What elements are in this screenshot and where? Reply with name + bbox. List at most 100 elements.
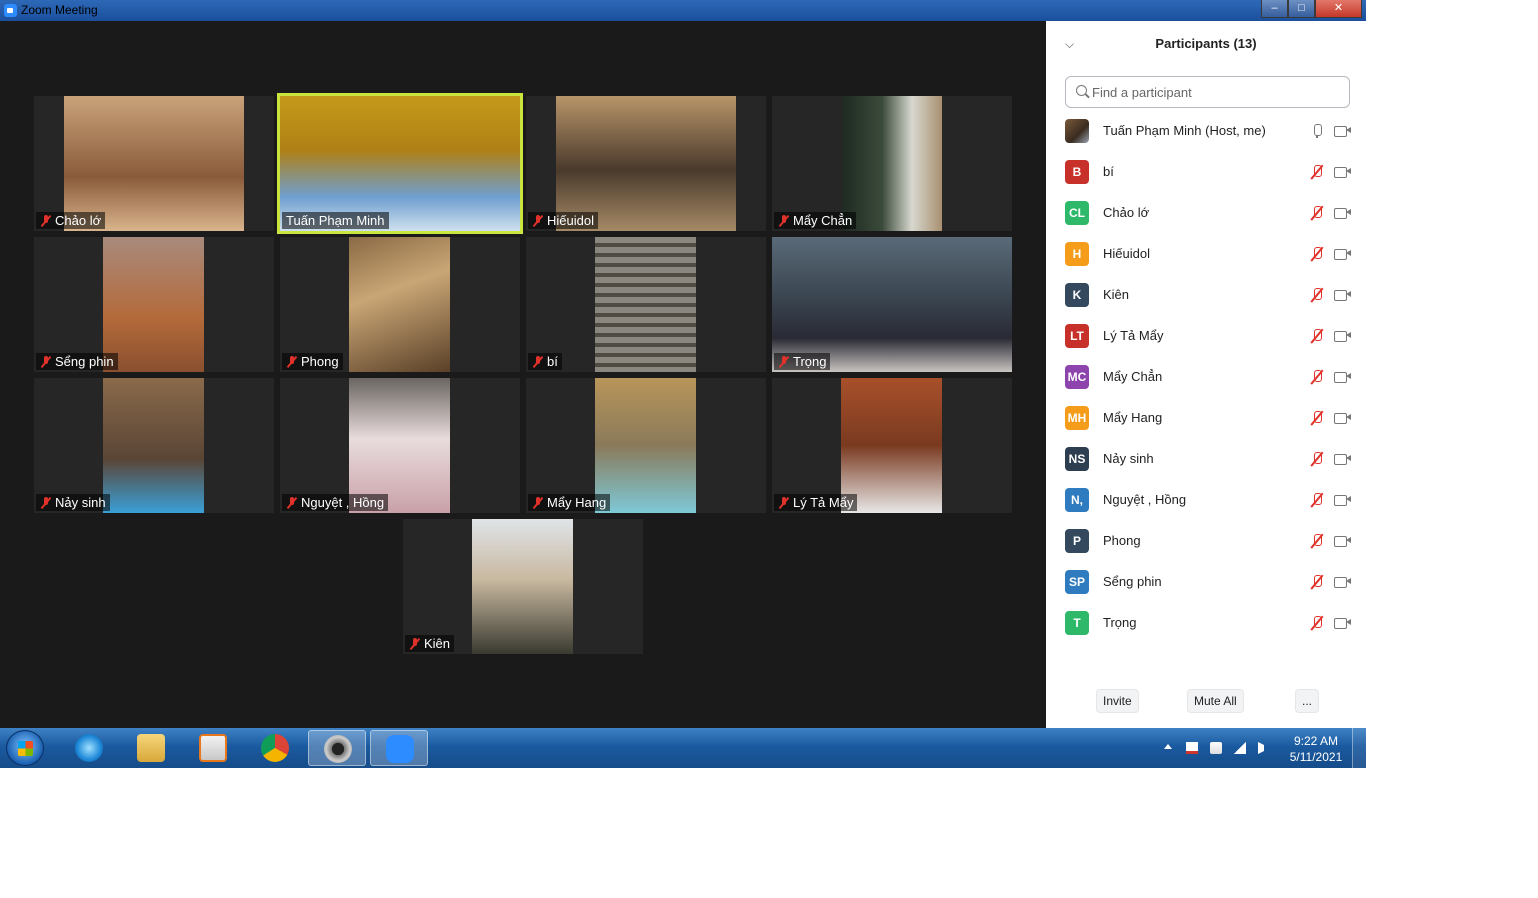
video-camera-icon[interactable] bbox=[1334, 289, 1351, 301]
participant-row[interactable]: MH Mẩy Hang bbox=[1046, 397, 1366, 438]
clock-date: 5/11/2021 bbox=[1289, 750, 1343, 764]
maximize-button[interactable]: □ bbox=[1288, 0, 1315, 18]
muted-mic-icon bbox=[532, 355, 544, 368]
mute-all-button[interactable]: Mute All bbox=[1187, 689, 1244, 713]
tile-name: Mẩy Hang bbox=[547, 495, 607, 510]
video-feed bbox=[772, 237, 1012, 372]
participant-row[interactable]: K Kiên bbox=[1046, 274, 1366, 315]
participant-name: Tuấn Phạm Minh (Host, me) bbox=[1103, 123, 1266, 138]
video-camera-icon[interactable] bbox=[1334, 248, 1351, 260]
video-camera-icon[interactable] bbox=[1334, 494, 1351, 506]
video-camera-icon[interactable] bbox=[1334, 330, 1351, 342]
muted-microphone-icon[interactable] bbox=[1310, 164, 1324, 179]
video-camera-icon[interactable] bbox=[1334, 453, 1351, 465]
muted-microphone-icon[interactable] bbox=[1310, 615, 1324, 630]
tile-name: bí bbox=[547, 354, 558, 369]
video-feed bbox=[841, 378, 942, 513]
tile-name: Nảy sinh bbox=[55, 495, 106, 510]
avatar: CL bbox=[1065, 200, 1089, 225]
show-hidden-icons-icon[interactable] bbox=[1164, 744, 1172, 749]
windows-taskbar: 9:22 AM 5/11/2021 bbox=[0, 728, 1366, 768]
video-tile-active-speaker[interactable]: Tuấn Phạm Minh bbox=[277, 93, 523, 234]
avatar: NS bbox=[1065, 446, 1089, 471]
start-button[interactable] bbox=[6, 730, 44, 766]
camera-app-icon[interactable] bbox=[308, 730, 366, 766]
participant-row[interactable]: P Phong bbox=[1046, 520, 1366, 561]
participant-row[interactable]: Bbí bbox=[1046, 151, 1366, 192]
muted-microphone-icon[interactable] bbox=[1310, 369, 1324, 384]
search-input[interactable] bbox=[1092, 83, 1342, 101]
usb-device-icon[interactable] bbox=[1210, 742, 1222, 754]
participant-search[interactable] bbox=[1065, 76, 1350, 108]
internet-explorer-icon[interactable] bbox=[60, 730, 118, 766]
muted-microphone-icon[interactable] bbox=[1310, 451, 1324, 466]
muted-mic-icon bbox=[532, 496, 544, 509]
file-explorer-icon[interactable] bbox=[122, 730, 180, 766]
video-tile[interactable]: Chảo lớ bbox=[34, 96, 274, 231]
tile-nameplate: Mẩy Chẳn bbox=[774, 212, 857, 229]
show-desktop-button[interactable] bbox=[1352, 728, 1366, 768]
participant-row[interactable]: T Trọng bbox=[1046, 602, 1366, 643]
participant-name: Sểng phin bbox=[1103, 574, 1162, 589]
action-center-flag-icon[interactable] bbox=[1186, 742, 1198, 754]
video-camera-icon[interactable] bbox=[1334, 166, 1351, 178]
microphone-icon[interactable] bbox=[1310, 123, 1324, 138]
media-player-icon[interactable] bbox=[184, 730, 242, 766]
muted-microphone-icon[interactable] bbox=[1310, 287, 1324, 302]
video-camera-icon[interactable] bbox=[1334, 576, 1351, 588]
network-signal-icon[interactable] bbox=[1234, 742, 1246, 754]
video-camera-icon[interactable] bbox=[1334, 371, 1351, 383]
close-button[interactable]: ✕ bbox=[1315, 0, 1362, 18]
video-tile[interactable]: Nảy sinh bbox=[34, 378, 274, 513]
video-tile[interactable]: Sểng phin bbox=[34, 237, 274, 372]
window-controls: – □ ✕ bbox=[1261, 0, 1362, 18]
muted-microphone-icon[interactable] bbox=[1310, 492, 1324, 507]
video-camera-icon[interactable] bbox=[1334, 535, 1351, 547]
video-tile[interactable]: bí bbox=[526, 237, 766, 372]
video-tile[interactable]: Lý Tả Mẩy bbox=[772, 378, 1012, 513]
window-title-bar[interactable]: Zoom Meeting – □ ✕ bbox=[0, 0, 1366, 21]
participant-row[interactable]: N, Nguyệt , Hồng bbox=[1046, 479, 1366, 520]
video-camera-icon[interactable] bbox=[1334, 125, 1351, 137]
participant-row[interactable]: NS Nảy sinh bbox=[1046, 438, 1366, 479]
video-tile[interactable]: Nguyệt , Hồng bbox=[280, 378, 520, 513]
participant-row[interactable]: SP Sểng phin bbox=[1046, 561, 1366, 602]
video-feed bbox=[842, 96, 942, 231]
muted-microphone-icon[interactable] bbox=[1310, 246, 1324, 261]
video-camera-icon[interactable] bbox=[1334, 207, 1351, 219]
video-camera-icon[interactable] bbox=[1334, 617, 1351, 629]
participant-name: Trọng bbox=[1103, 615, 1137, 630]
volume-icon[interactable] bbox=[1258, 742, 1264, 754]
more-options-button[interactable]: ... bbox=[1295, 689, 1319, 713]
muted-mic-icon bbox=[778, 496, 790, 509]
system-clock[interactable]: 9:22 AM 5/11/2021 bbox=[1280, 733, 1352, 765]
video-camera-icon[interactable] bbox=[1334, 412, 1351, 424]
tile-name: Trọng bbox=[793, 354, 827, 369]
muted-mic-icon bbox=[778, 355, 790, 368]
participant-row[interactable]: Tuấn Phạm Minh (Host, me) bbox=[1046, 110, 1366, 151]
tile-name: Mẩy Chẳn bbox=[793, 213, 853, 228]
video-tile[interactable]: Hiếuidol bbox=[526, 96, 766, 231]
video-feed bbox=[595, 237, 696, 372]
participant-row[interactable]: LT Lý Tả Mẩy bbox=[1046, 315, 1366, 356]
video-tile[interactable]: Phong bbox=[280, 237, 520, 372]
video-tile[interactable]: Mẩy Hang bbox=[526, 378, 766, 513]
muted-microphone-icon[interactable] bbox=[1310, 533, 1324, 548]
muted-microphone-icon[interactable] bbox=[1310, 328, 1324, 343]
video-tile[interactable]: Mẩy Chẳn bbox=[772, 96, 1012, 231]
zoom-icon[interactable] bbox=[370, 730, 428, 766]
video-tile[interactable]: Trọng bbox=[772, 237, 1012, 372]
muted-microphone-icon[interactable] bbox=[1310, 574, 1324, 589]
muted-microphone-icon[interactable] bbox=[1310, 205, 1324, 220]
muted-mic-icon bbox=[532, 214, 544, 227]
minimize-button[interactable]: – bbox=[1261, 0, 1288, 18]
chrome-icon[interactable] bbox=[246, 730, 304, 766]
muted-mic-icon bbox=[40, 355, 52, 368]
system-tray: 9:22 AM 5/11/2021 bbox=[1160, 728, 1366, 768]
participant-row[interactable]: H Hiếuidol bbox=[1046, 233, 1366, 274]
participant-row[interactable]: MC Mẩy Chẳn bbox=[1046, 356, 1366, 397]
video-tile[interactable]: Kiên bbox=[403, 519, 643, 654]
invite-button[interactable]: Invite bbox=[1096, 689, 1139, 713]
participant-row[interactable]: CL Chảo lớ bbox=[1046, 192, 1366, 233]
muted-microphone-icon[interactable] bbox=[1310, 410, 1324, 425]
